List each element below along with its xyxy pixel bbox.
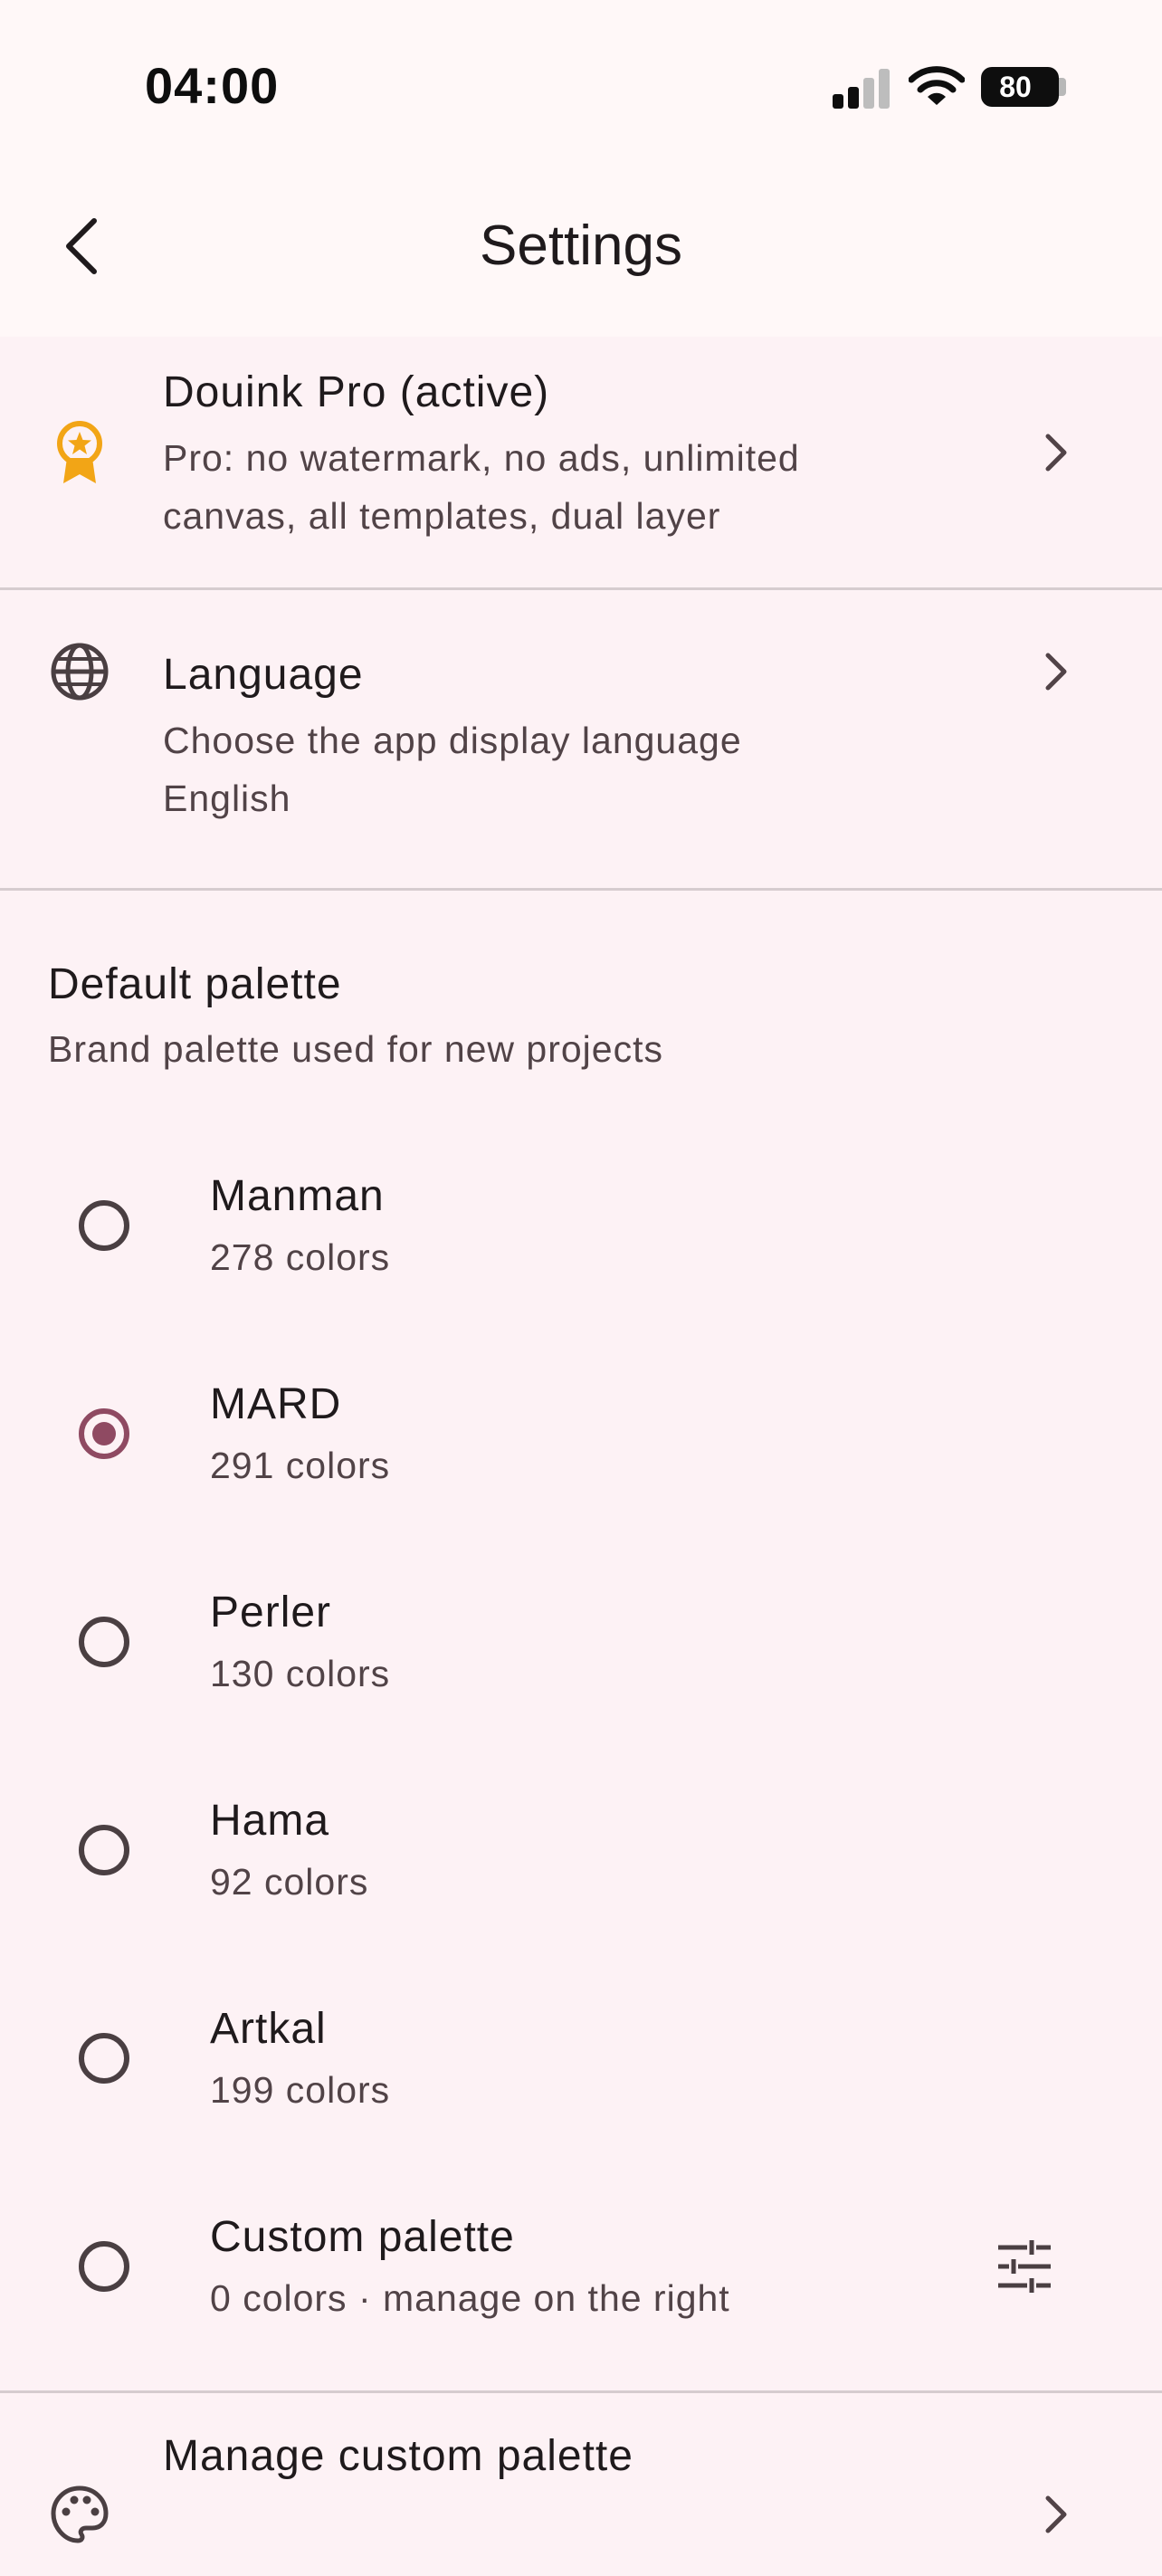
radio-button[interactable] (79, 1200, 129, 1251)
palette-color-count: 92 colors (210, 1861, 369, 1903)
language-description: Choose the app display language (163, 720, 742, 761)
battery-tip (1059, 78, 1066, 96)
battery-indicator: 80 (981, 67, 1059, 107)
palette-option-mard[interactable]: MARD 291 colors (0, 1331, 1162, 1539)
cellular-signal-icon (833, 69, 890, 109)
palette-name: Perler (210, 1589, 332, 1636)
language-title: Language (163, 651, 364, 699)
palette-option-hama[interactable]: Hama 92 colors (0, 1747, 1162, 1955)
palette-color-count: 291 colors (210, 1445, 391, 1486)
tune-button[interactable] (992, 2234, 1057, 2299)
manage-custom-palette-title: Manage custom palette (163, 2432, 633, 2480)
palette-color-count: 278 colors (210, 1236, 391, 1278)
globe-icon (47, 639, 112, 704)
chevron-right-icon (1033, 2493, 1077, 2536)
palette-name: MARD (210, 1380, 342, 1428)
radio-button[interactable] (79, 2033, 129, 2084)
wifi-icon (909, 66, 965, 105)
award-icon (47, 420, 112, 485)
pro-description-line1: Pro: no watermark, no ads, unlimited (163, 437, 800, 479)
palette-color-count: 130 colors (210, 1653, 391, 1694)
radio-button[interactable] (79, 1825, 129, 1875)
palette-name: Manman (210, 1172, 385, 1220)
language-value: English (163, 778, 291, 819)
palette-option-manman[interactable]: Manman 278 colors (0, 1122, 1162, 1331)
palette-name: Custom palette (210, 2213, 515, 2261)
palette-option-perler[interactable]: Perler 130 colors (0, 1539, 1162, 1747)
manage-custom-palette-row[interactable]: Manage custom palette (0, 2395, 1162, 2576)
page-title: Settings (479, 215, 683, 277)
pro-subscription-row[interactable]: Douink Pro (active) Pro: no watermark, n… (0, 337, 1162, 590)
palette-option-artkal[interactable]: Artkal 199 colors (0, 1955, 1162, 2163)
palette-icon (47, 2482, 112, 2547)
palette-color-count: 0 colors · manage on the right (210, 2277, 730, 2319)
pro-description-line2: canvas, all templates, dual layer (163, 495, 721, 537)
chevron-right-icon (1033, 650, 1077, 693)
tune-icon (998, 2240, 1051, 2293)
radio-button[interactable] (79, 1617, 129, 1667)
language-row[interactable]: Language Choose the app display language… (0, 590, 1162, 891)
chevron-right-icon (1033, 431, 1077, 474)
default-palette-description: Brand palette used for new projects (48, 1028, 663, 1070)
pro-title: Douink Pro (active) (163, 368, 550, 416)
status-bar: 04:00 80 (0, 0, 1162, 177)
palette-name: Hama (210, 1797, 330, 1845)
status-time: 04:00 (145, 57, 280, 114)
app-bar: Settings (0, 177, 1162, 337)
radio-button-selected[interactable] (79, 1408, 129, 1459)
default-palette-title: Default palette (48, 960, 342, 1008)
palette-color-count: 199 colors (210, 2069, 391, 2111)
radio-button[interactable] (79, 2241, 129, 2292)
palette-name: Artkal (210, 2005, 327, 2053)
palette-option-custom[interactable]: Custom palette 0 colors · manage on the … (0, 2163, 1162, 2393)
battery-level: 80 (999, 71, 1032, 103)
